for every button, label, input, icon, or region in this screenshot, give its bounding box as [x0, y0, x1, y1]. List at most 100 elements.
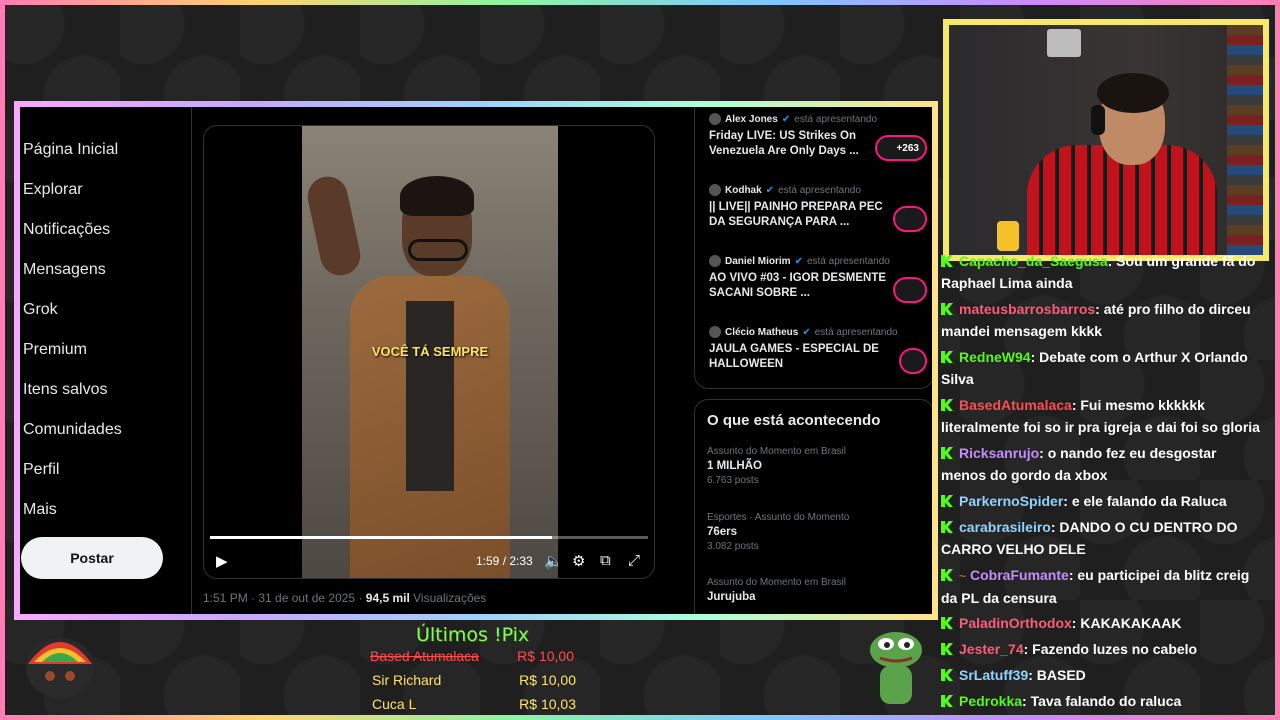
kick-badge-icon [941, 303, 953, 315]
nav-grok[interactable]: Grok [23, 301, 58, 319]
chat-username[interactable]: SrLatuff39 [959, 667, 1028, 683]
live-listeners-pill[interactable] [893, 277, 927, 303]
live-user: Alex Jones [725, 113, 778, 125]
avatar [709, 326, 721, 338]
post-date: 1:51 PM · 31 de out de 2025 · [203, 591, 366, 605]
pix-name: Based Atumalaca [370, 648, 479, 664]
kick-badge-icon [941, 617, 953, 629]
right-column: Alex Jones ✔ está apresentando Friday LIVE… [694, 107, 932, 614]
kick-badge-icon [941, 399, 953, 411]
live-item[interactable]: Kodhak ✔ está apresentando || LIVE|| PAINH… [709, 184, 929, 232]
fullscreen-icon[interactable]: ⤢ [628, 552, 640, 569]
browser-capture: Página Inicial Explorar Notificações Men… [14, 101, 938, 620]
chat-username[interactable]: BasedAtumalaca [959, 397, 1072, 413]
play-icon[interactable]: ▶ [216, 552, 228, 570]
nav-communities[interactable]: Comunidades [23, 421, 122, 439]
kick-badge-icon [941, 669, 953, 681]
kick-badge-icon [941, 255, 953, 267]
volume-icon[interactable]: 🔈 [544, 552, 563, 570]
video-frame: VOCÊ TÁ SEMPRE [302, 126, 558, 578]
chat-text: : e ele falando da Raluca [1063, 493, 1227, 509]
kick-badge-icon [941, 521, 953, 533]
live-item[interactable]: Alex Jones ✔ está apresentando Friday LIVE… [709, 113, 929, 161]
kick-badge-icon [941, 643, 953, 655]
trend-context: Esportes · Assunto do Momento [707, 512, 850, 523]
live-listeners-pill[interactable] [899, 348, 927, 374]
chat-username[interactable]: Capacho_da_Saegusa [959, 253, 1108, 269]
trend-item[interactable]: Assunto do Momento em Brasil 1 MILHÃO 6.… [707, 446, 846, 486]
pix-row: Based Atumalaca R$ 10,00 [370, 648, 580, 664]
webcam-streamer-hair [1097, 73, 1169, 113]
chat-username[interactable]: mateusbarrosbarros [959, 301, 1095, 317]
pip-icon[interactable]: ⧉ [600, 552, 611, 569]
video-player[interactable]: VOCÊ TÁ SEMPRE ▶ 1:59 / 2:33 🔈 ⚙ ⧉ ⤢ [203, 125, 655, 579]
post-button[interactable]: Postar [21, 537, 163, 579]
chat-text: : BASED [1028, 667, 1086, 683]
nav-explore[interactable]: Explorar [23, 181, 83, 199]
verified-icon: ✔ [765, 184, 775, 196]
verified-icon: ✔ [781, 113, 791, 125]
sub-badge-icon: ~ [959, 569, 967, 583]
chat-username[interactable]: RedneW94 [959, 349, 1031, 365]
chat-text: : Tava falando do raluca [1022, 693, 1182, 709]
trend-count: 3.082 posts [707, 541, 759, 552]
kick-badge-icon [941, 447, 953, 459]
trend-context: Assunto do Momento em Brasil [707, 577, 846, 588]
nav-more[interactable]: Mais [23, 501, 57, 519]
nav-notifications[interactable]: Notificações [23, 221, 110, 239]
live-item[interactable]: Clécio Matheus ✔ está apresentando JAULA G… [709, 326, 929, 374]
chat-panel: Capacho_da_Saegusa: Sou um grande fã do … [941, 250, 1271, 716]
live-listeners-pill[interactable] [893, 206, 927, 232]
pix-amount: R$ 10,00 [519, 672, 576, 688]
live-title: AO VIVO #03 - IGOR DESMENTE SACANI SOBRE… [709, 272, 887, 299]
mascot-left [26, 638, 94, 698]
nav-profile[interactable]: Perfil [23, 461, 59, 479]
live-listeners-pill[interactable]: +263 [875, 135, 927, 161]
chat-message: Jester_74: Fazendo luzes no cabelo [941, 638, 1263, 660]
pix-amount: R$ 10,00 [517, 648, 574, 664]
trend-context: Assunto do Momento em Brasil [707, 446, 846, 457]
live-item[interactable]: Daniel Miorim ✔ está apresentando AO VIVO … [709, 255, 929, 303]
headphones-icon [1091, 105, 1105, 135]
nav-home[interactable]: Página Inicial [23, 141, 118, 159]
pix-title: Últimos !Pix [416, 624, 530, 646]
trend-name: 1 MILHÃO [707, 460, 762, 472]
verified-icon: ✔ [802, 326, 811, 338]
video-progress-fill [210, 536, 552, 539]
chat-username[interactable]: Pedrokka [959, 693, 1022, 709]
chat-message: Capacho_da_Saegusa: Sou um grande fã do … [941, 250, 1263, 294]
chat-message: Pedrokka: Tava falando do raluca [941, 690, 1263, 712]
chat-username[interactable]: Ricksanrujo [959, 445, 1039, 461]
webcam-plaque [1047, 29, 1081, 57]
pix-row: Sir Richard R$ 10,00 [372, 672, 582, 688]
chat-text: : Fazendo luzes no cabelo [1023, 641, 1198, 657]
nav-messages[interactable]: Mensagens [23, 261, 106, 279]
webcam-wristband [997, 221, 1019, 251]
pix-name: Sir Richard [372, 672, 442, 688]
post-views: 94,5 mil [365, 591, 410, 605]
chat-username[interactable]: CobraFumante [970, 567, 1069, 583]
chat-message: RedneW94: Debate com o Arthur X Orlando … [941, 346, 1263, 390]
nav-premium[interactable]: Premium [23, 341, 87, 359]
live-user: Kodhak [725, 184, 762, 196]
trend-count: 6.763 posts [707, 475, 759, 486]
kick-badge-icon [941, 695, 953, 707]
chat-message: SrLatuff39: BASED [941, 664, 1263, 686]
nav-bookmarks[interactable]: Itens salvos [23, 381, 107, 399]
video-caption: VOCÊ TÁ SEMPRE [371, 344, 489, 359]
video-hand [304, 172, 364, 280]
chat-username[interactable]: carabrasileiro [959, 519, 1051, 535]
settings-icon[interactable]: ⚙ [572, 552, 585, 570]
live-status: está apresentando [794, 113, 878, 125]
chat-message: PaladinOrthodox: KAKAKAKAAK [941, 612, 1263, 634]
live-status: está apresentando [778, 184, 861, 196]
trend-name: 76ers [707, 526, 738, 538]
video-progress-bar[interactable] [210, 536, 648, 539]
trend-item[interactable]: Assunto do Momento em Brasil Jurujuba [707, 577, 846, 603]
trends-card: O que está acontecendo Assunto do Moment… [694, 399, 932, 614]
chat-username[interactable]: ParkernoSpider [959, 493, 1063, 509]
chat-username[interactable]: Jester_74 [959, 641, 1024, 657]
chat-username[interactable]: PaladinOrthodox [959, 615, 1072, 631]
trend-item[interactable]: Esportes · Assunto do Momento 76ers 3.08… [707, 512, 849, 552]
video-person-shirt [406, 301, 454, 491]
